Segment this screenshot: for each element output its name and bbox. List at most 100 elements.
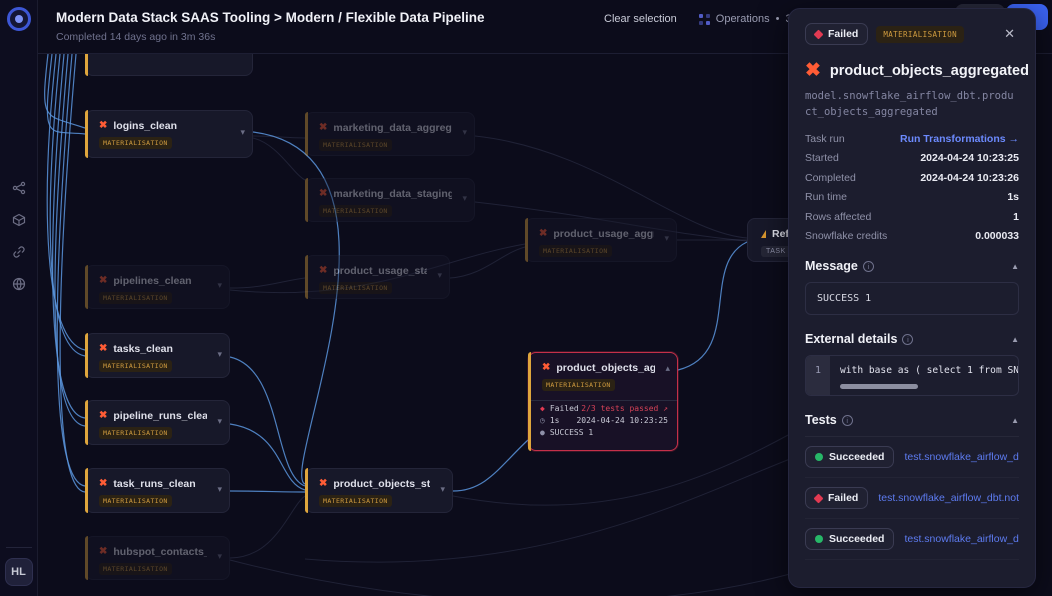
node-hubspot_contacts_clean[interactable]: ✖hubspot_contacts_clean▾MATERIALISATION [85, 536, 230, 580]
node-accent-bar [85, 400, 88, 445]
chevron-down-icon[interactable]: ▾ [462, 127, 467, 138]
detail-value: 0.000033 [975, 230, 1019, 242]
test-status-badge: Failed [805, 487, 868, 509]
node-accent-bar [305, 255, 308, 299]
failed-diamond-icon [814, 29, 824, 39]
materialisation-badge: MATERIALISATION [539, 245, 612, 257]
node-pipelines_clean[interactable]: ✖pipelines_clean▾MATERIALISATION [85, 265, 230, 309]
node-title: product_usage_staging [333, 265, 427, 277]
materialisation-badge: MATERIALISATION [99, 292, 172, 304]
chevron-down-icon[interactable]: ▾ [440, 484, 445, 495]
chevron-down-icon[interactable]: ▾ [240, 127, 245, 138]
edge-highlighted [230, 491, 305, 492]
materialisation-badge: MATERIALISATION [99, 495, 172, 507]
panel-title: product_objects_aggregated [830, 63, 1029, 79]
detail-label: Snowflake credits [805, 230, 887, 242]
node-title: pipelines_clean [113, 275, 191, 287]
lineage-icon[interactable] [12, 181, 26, 195]
dbt-icon: ✖ [99, 479, 107, 489]
test-link[interactable]: test.snowflake_airflow_dbt.not_null_pr [878, 492, 1019, 504]
succeeded-dot-icon [815, 535, 823, 543]
task-triangle-icon [761, 230, 766, 238]
line-number: 1 [806, 356, 830, 395]
operations-grid-icon [699, 14, 710, 25]
chevron-down-icon[interactable]: ▾ [462, 193, 467, 204]
chevron-up-icon[interactable]: ▴ [665, 363, 670, 374]
materialisation-badge: MATERIALISATION [319, 495, 392, 507]
node-marketing_data_aggregated[interactable]: ✖marketing_data_aggregated▾MATERIALISATI… [305, 112, 475, 156]
chevron-down-icon[interactable]: ▾ [217, 484, 222, 495]
test-link[interactable]: test.snowflake_airflow_dbt.not_null_pr [904, 533, 1019, 545]
dbt-icon: ✖ [319, 266, 327, 276]
detail-value: 2024-04-24 10:23:26 [920, 172, 1019, 184]
horizontal-scrollbar[interactable] [840, 384, 918, 389]
detail-row: Started 2024-04-24 10:23:25 [805, 152, 1019, 164]
chevron-down-icon[interactable]: ▾ [217, 280, 222, 291]
node-title: tasks_clean [113, 343, 173, 355]
node-status-row: ◷1s 2024-04-24 10:23:25 [529, 413, 677, 425]
run-transformations-link[interactable]: Run Transformations → [900, 133, 1019, 145]
app-logo-icon[interactable] [7, 7, 31, 31]
dbt-icon: ✖ [99, 547, 107, 557]
test-row: Succeeded test.snowflake_airflow_dbt.not… [805, 519, 1019, 560]
chevron-down-icon[interactable]: ▾ [217, 349, 222, 360]
materialisation-badge: MATERIALISATION [319, 282, 392, 294]
node-status-value[interactable]: 2/3 tests passed ↗ [581, 404, 668, 413]
dbt-icon: ✖ [542, 363, 550, 373]
chevron-down-icon[interactable]: ▾ [664, 233, 669, 244]
external-details-section-header: External detailsi ▲ [805, 332, 1019, 346]
node-accent-bar [305, 112, 308, 156]
connections-icon[interactable] [12, 245, 26, 259]
dbt-icon: ✖ [99, 121, 107, 131]
assets-icon[interactable] [12, 213, 26, 227]
test-status-badge: Succeeded [805, 446, 894, 468]
dbt-icon: ✖ [319, 479, 327, 489]
dbt-icon: ✖ [539, 229, 547, 239]
materialisation-badge: MATERIALISATION [876, 26, 964, 43]
detail-row: Run time 1s [805, 191, 1019, 203]
edge [230, 496, 305, 558]
node-top-cut[interactable] [85, 54, 253, 76]
node-task_runs_clean[interactable]: ✖ task_runs_clean ▾ MATERIALISATION [85, 468, 230, 513]
node-marketing_data_staging[interactable]: ✖marketing_data_staging▾MATERIALISATION [305, 178, 475, 222]
sql-code: with base as ( select 1 from SNOWFLAKE [840, 365, 1018, 376]
collapse-external-icon[interactable]: ▲ [1011, 335, 1019, 344]
test-link[interactable]: test.snowflake_airflow_dbt.unique_pro [904, 451, 1019, 463]
clear-selection-button[interactable]: Clear selection [604, 13, 677, 25]
node-status-row: ◆Failed 2/3 tests passed ↗ [529, 401, 677, 413]
user-avatar[interactable]: HL [5, 558, 33, 586]
node-tasks_clean[interactable]: ✖tasks_clean▾MATERIALISATION [85, 333, 230, 378]
operations-filter[interactable]: Operations • 35 [699, 13, 798, 25]
test-row: Succeeded test.snowflake_airflow_dbt.uni… [805, 437, 1019, 478]
info-icon: i [842, 415, 853, 426]
collapse-tests-icon[interactable]: ▲ [1011, 416, 1019, 425]
detail-row: Rows affected 1 [805, 211, 1019, 223]
detail-value: 1 [1013, 211, 1019, 223]
chevron-down-icon[interactable]: ▾ [217, 416, 222, 427]
node-logins_clean[interactable]: ✖logins_clean▾MATERIALISATION [85, 110, 253, 158]
node-accent-bar [85, 110, 88, 158]
node-product_objects_aggregated[interactable]: ✖product_objects_aggregated▴MATERIALISAT… [528, 352, 678, 451]
detail-value: 1s [1007, 191, 1019, 203]
chevron-down-icon[interactable]: ▾ [217, 551, 222, 562]
failed-diamond-icon [814, 493, 824, 503]
collapse-message-icon[interactable]: ▲ [1011, 262, 1019, 271]
integrations-icon[interactable] [12, 277, 26, 291]
task-detail-panel: Failed MATERIALISATION ✕ ✖ product_objec… [788, 8, 1036, 588]
chevron-down-icon[interactable]: ▾ [437, 270, 442, 281]
message-content: SUCCESS 1 [805, 282, 1019, 315]
node-product_usage_staging[interactable]: ✖ product_usage_staging ▾ MATERIALISATION [305, 255, 450, 299]
model-path: model.snowflake_airflow_dbt.product_obje… [805, 88, 1019, 121]
node-title: pipeline_runs_clean [113, 410, 207, 422]
dbt-icon: ✖ [319, 123, 327, 133]
node-product_usage_aggregated[interactable]: ✖product_usage_aggregated▾MATERIALISATIO… [525, 218, 677, 262]
node-accent-bar [85, 265, 88, 309]
info-icon: i [863, 261, 874, 272]
node-product_objects_staging[interactable]: ✖product_objects_staging▾MATERIALISATION [305, 468, 453, 513]
sql-code-block[interactable]: 1 with base as ( select 1 from SNOWFLAKE [805, 355, 1019, 396]
edge-highlighted [678, 242, 747, 370]
node-pipeline_runs_clean[interactable]: ✖pipeline_runs_clean▾MATERIALISATION [85, 400, 230, 445]
edge [230, 560, 790, 596]
node-title: task_runs_clean [113, 478, 195, 490]
close-icon[interactable]: ✕ [1000, 24, 1019, 44]
